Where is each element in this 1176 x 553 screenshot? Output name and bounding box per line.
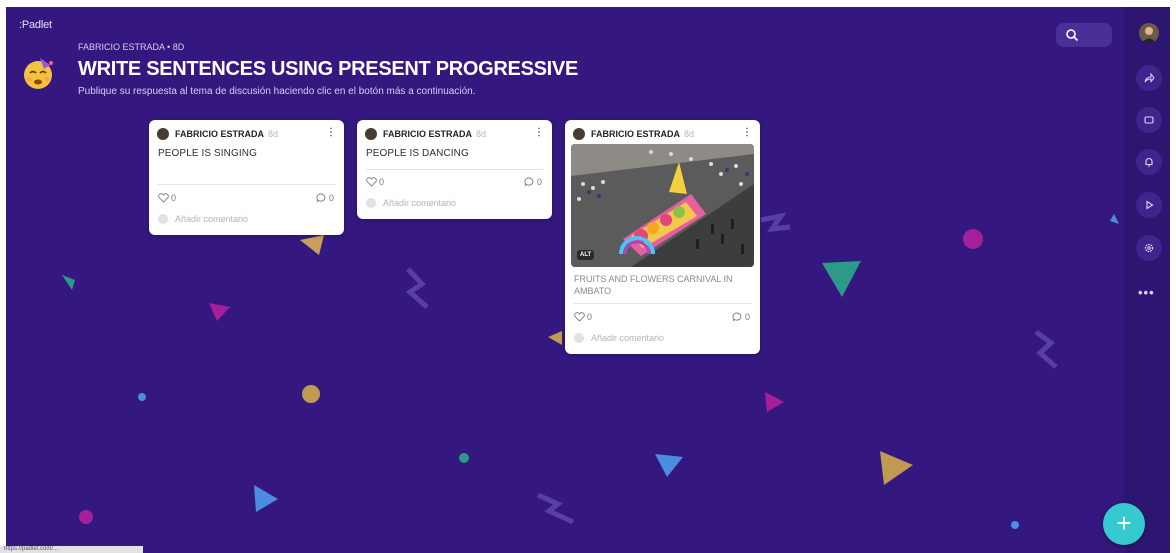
author-avatar xyxy=(573,128,585,140)
divider xyxy=(158,184,335,185)
bell-icon xyxy=(1145,158,1153,167)
post-caption: FRUITS AND FLOWERS CARNIVAL IN AMBATO xyxy=(574,274,733,296)
post-age: 8d xyxy=(476,129,487,139)
board-author: FABRICIO ESTRADA xyxy=(78,42,165,52)
heart-icon xyxy=(574,312,585,322)
commenter-avatar-icon xyxy=(574,333,584,343)
post-image[interactable]: ALT xyxy=(571,144,754,267)
post-author: FABRICIO ESTRADA xyxy=(175,129,265,139)
post-text: PEOPLE IS DANCING xyxy=(366,148,469,159)
commenter-avatar-icon xyxy=(158,214,168,224)
comment-count-button[interactable]: 0 xyxy=(524,177,542,187)
post-menu-icon[interactable]: ⋮ xyxy=(326,127,336,138)
author-avatar xyxy=(157,128,169,140)
padlet-logo[interactable]: :Padlet xyxy=(19,19,52,31)
add-comment-field[interactable]: Añadir comentario xyxy=(574,333,664,343)
post-card[interactable]: FABRICIO ESTRADA 8d ⋮ PEOPLE IS SINGING … xyxy=(149,120,344,235)
add-comment-field[interactable]: Añadir comentario xyxy=(158,214,248,224)
alt-text-badge[interactable]: ALT xyxy=(577,250,595,260)
settings-button[interactable] xyxy=(1136,235,1162,261)
like-count: 0 xyxy=(587,312,593,322)
author-avatar xyxy=(365,128,377,140)
search-button[interactable] xyxy=(1056,23,1112,47)
user-avatar[interactable] xyxy=(1139,23,1159,43)
board-description: Publique su respuesta al tema de discusi… xyxy=(78,86,476,97)
comment-count: 0 xyxy=(537,177,543,187)
post-menu-icon[interactable]: ⋮ xyxy=(534,127,544,138)
comment-icon xyxy=(316,193,326,203)
post-menu-icon[interactable]: ⋮ xyxy=(742,127,752,138)
play-icon xyxy=(1146,200,1154,210)
party-face-icon xyxy=(24,58,53,89)
post-age: 8d xyxy=(268,129,279,139)
like-button[interactable]: 0 xyxy=(158,193,176,203)
commenter-avatar-icon xyxy=(366,198,376,208)
like-button[interactable]: 0 xyxy=(574,312,592,322)
like-button[interactable]: 0 xyxy=(366,177,384,187)
post-header: FABRICIO ESTRADA 8d ⋮ xyxy=(573,127,752,141)
heart-icon xyxy=(366,177,377,187)
user-avatar-icon xyxy=(1139,23,1159,43)
comment-count: 0 xyxy=(745,312,751,322)
comment-count: 0 xyxy=(329,193,335,203)
share-button[interactable] xyxy=(1136,65,1162,91)
comment-icon xyxy=(732,312,742,322)
divider xyxy=(366,169,543,170)
comment-icon xyxy=(524,177,534,187)
post-card[interactable]: FABRICIO ESTRADA 8d ⋮ PEOPLE IS DANCING … xyxy=(357,120,552,219)
post-card[interactable]: FABRICIO ESTRADA 8d ⋮ ALT FRUITS AND FLO… xyxy=(565,120,760,354)
add-comment-placeholder: Añadir comentario xyxy=(175,214,249,224)
add-comment-placeholder: Añadir comentario xyxy=(591,333,665,343)
browser-status-bar: https://padlet.com/... xyxy=(0,546,143,553)
like-count: 0 xyxy=(379,177,385,187)
right-toolbar: ••• xyxy=(1124,7,1170,553)
comment-count-button[interactable]: 0 xyxy=(732,312,750,322)
post-text: PEOPLE IS SINGING xyxy=(158,148,257,159)
divider xyxy=(574,303,751,304)
add-comment-placeholder: Añadir comentario xyxy=(383,198,457,208)
board-meta: FABRICIO ESTRADA • 8d xyxy=(78,42,184,52)
board-age: 8d xyxy=(172,42,185,52)
like-count: 0 xyxy=(171,193,177,203)
padlet-board: :Padlet FABRICIO ESTRADA • 8d WRITE SENT… xyxy=(6,7,1170,553)
carnival-photo xyxy=(571,144,754,267)
add-post-button[interactable]: + xyxy=(1103,503,1145,545)
board-header: FABRICIO ESTRADA • 8d WRITE SENTENCES US… xyxy=(20,41,720,101)
post-author: FABRICIO ESTRADA xyxy=(591,129,681,139)
post-header: FABRICIO ESTRADA 8d ⋮ xyxy=(157,127,336,141)
more-options-icon[interactable]: ••• xyxy=(1138,285,1155,300)
heart-icon xyxy=(158,193,169,203)
post-header: FABRICIO ESTRADA 8d ⋮ xyxy=(365,127,544,141)
search-icon xyxy=(1066,29,1079,42)
remake-icon xyxy=(1144,116,1154,124)
gear-icon xyxy=(1144,243,1154,253)
comment-count-button[interactable]: 0 xyxy=(316,193,334,203)
slideshow-button[interactable] xyxy=(1136,192,1162,218)
add-comment-field[interactable]: Añadir comentario xyxy=(366,198,456,208)
board-title: WRITE SENTENCES USING PRESENT PROGRESSIV… xyxy=(78,58,579,80)
post-age: 8d xyxy=(684,129,695,139)
notifications-button[interactable] xyxy=(1136,149,1162,175)
remake-button[interactable] xyxy=(1136,107,1162,133)
share-arrow-icon xyxy=(1144,72,1155,83)
post-author: FABRICIO ESTRADA xyxy=(383,129,473,139)
